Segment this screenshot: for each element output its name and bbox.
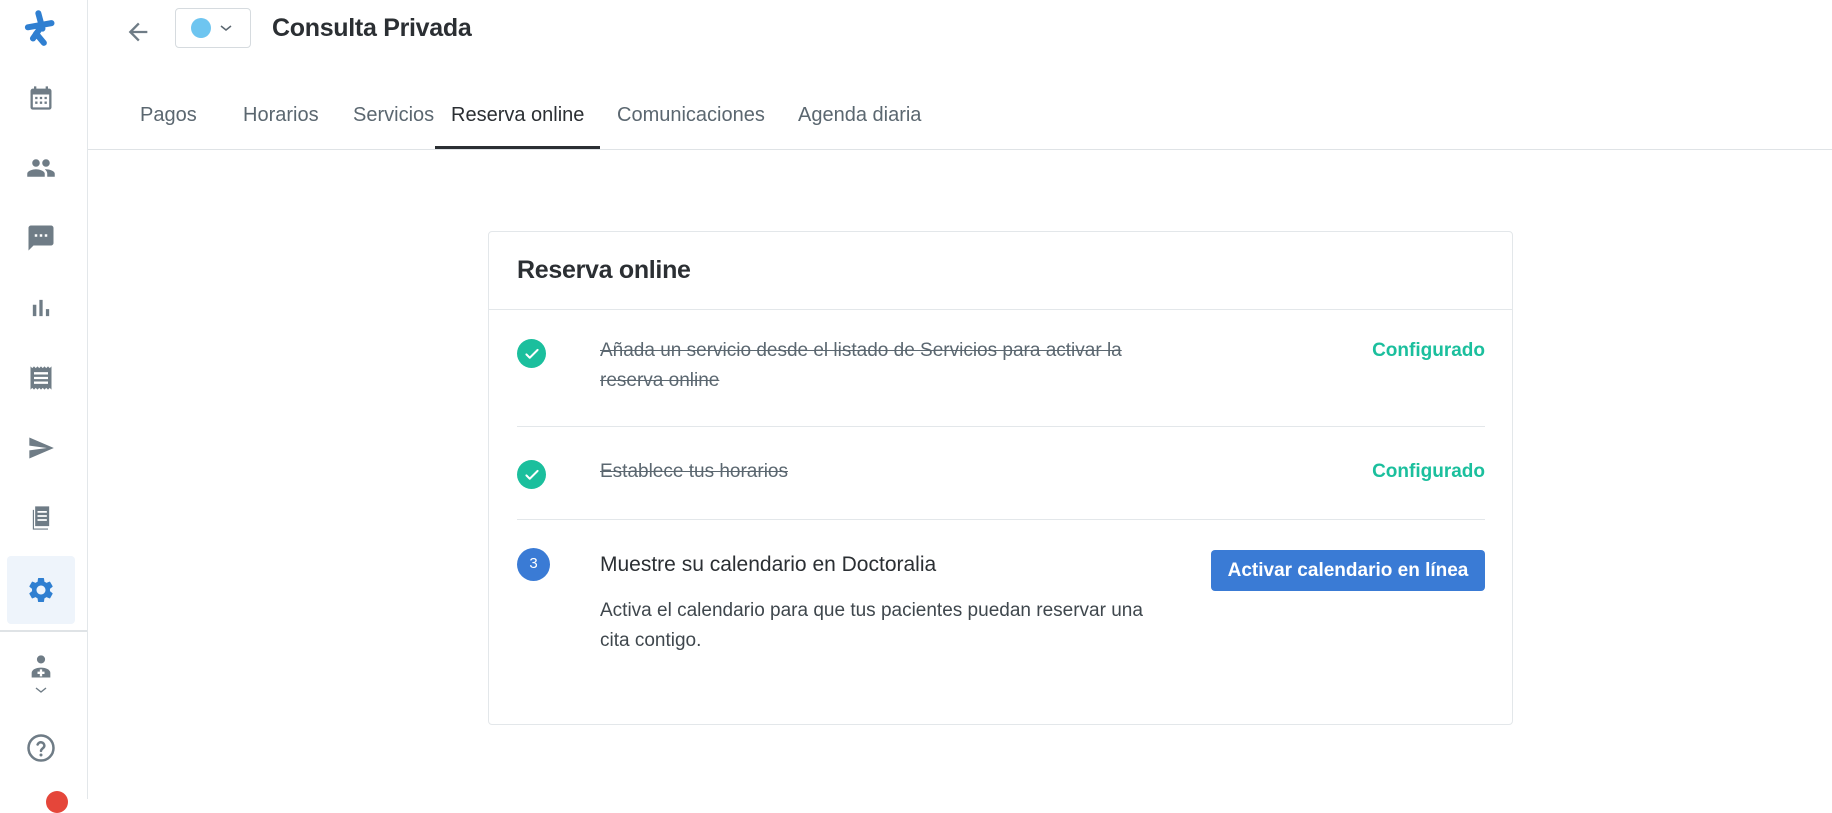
invoices-icon <box>30 366 52 390</box>
step-2-text: Establece tus horarios <box>600 461 788 482</box>
statistics-icon <box>32 299 50 317</box>
settings-icon <box>29 578 53 602</box>
tab-reserva-online[interactable]: Reserva online <box>435 88 601 149</box>
arrow-left-icon <box>128 22 148 42</box>
sidebar-item-invoices[interactable] <box>7 344 75 412</box>
divider <box>517 519 1485 520</box>
color-select[interactable] <box>175 8 251 48</box>
sidebar-item-campaigns[interactable] <box>7 414 75 482</box>
card-title: Reserva online <box>517 256 691 284</box>
patients-icon <box>27 159 55 177</box>
step-3-description: Activa el calendario para que tus pacien… <box>600 600 1143 651</box>
sidebar <box>0 0 88 813</box>
divider <box>517 426 1485 427</box>
messages-icon <box>28 225 54 251</box>
color-swatch <box>191 18 211 38</box>
sidebar-item-messages[interactable] <box>7 204 75 272</box>
chevron-down-icon <box>35 687 47 693</box>
logo-icon <box>24 10 55 46</box>
step-1-status: Configurado <box>1372 340 1485 361</box>
step-1-text: Añada un servicio desde el listado de Se… <box>600 340 1122 391</box>
sidebar-item-doctor-profile[interactable] <box>7 640 75 708</box>
notification-badge <box>46 791 68 813</box>
step-3-number: 3 <box>517 548 550 581</box>
sidebar-item-help[interactable] <box>7 714 75 782</box>
step-2-status: Configurado <box>1372 461 1485 482</box>
tab-agenda-diaria[interactable]: Agenda diaria <box>782 88 937 149</box>
campaigns-icon <box>29 437 54 459</box>
tab-pagos[interactable]: Pagos <box>124 88 213 149</box>
sidebar-item-settings[interactable] <box>7 556 75 624</box>
tab-servicios[interactable]: Servicios <box>337 88 450 149</box>
check-icon <box>517 460 546 489</box>
page-title: Consulta Privada <box>272 14 472 42</box>
online-booking-card: Reserva online Añada un servicio desde e… <box>488 231 1513 725</box>
help-icon <box>27 734 55 762</box>
step-3-title: Muestre su calendario en Doctoralia <box>600 553 937 576</box>
documents-icon <box>32 506 50 530</box>
doctor-profile-icon <box>31 655 51 678</box>
sidebar-logo[interactable] <box>7 0 75 61</box>
sidebar-divider <box>0 630 87 632</box>
sidebar-item-documents[interactable] <box>7 484 75 552</box>
sidebar-item-calendar[interactable] <box>7 64 75 132</box>
chevron-down-icon <box>220 25 232 31</box>
sidebar-item-statistics[interactable] <box>7 274 75 342</box>
divider <box>489 309 1512 310</box>
tab-horarios[interactable]: Horarios <box>227 88 335 149</box>
back-button[interactable] <box>118 12 158 52</box>
tab-bar: Pagos Horarios Servicios Reserva online … <box>88 88 1832 150</box>
calendar-icon <box>30 86 52 110</box>
check-icon <box>517 339 546 368</box>
tab-comunicaciones[interactable]: Comunicaciones <box>601 88 781 149</box>
activate-calendar-button[interactable]: Activar calendario en línea <box>1211 550 1485 591</box>
sidebar-item-patients[interactable] <box>7 134 75 202</box>
